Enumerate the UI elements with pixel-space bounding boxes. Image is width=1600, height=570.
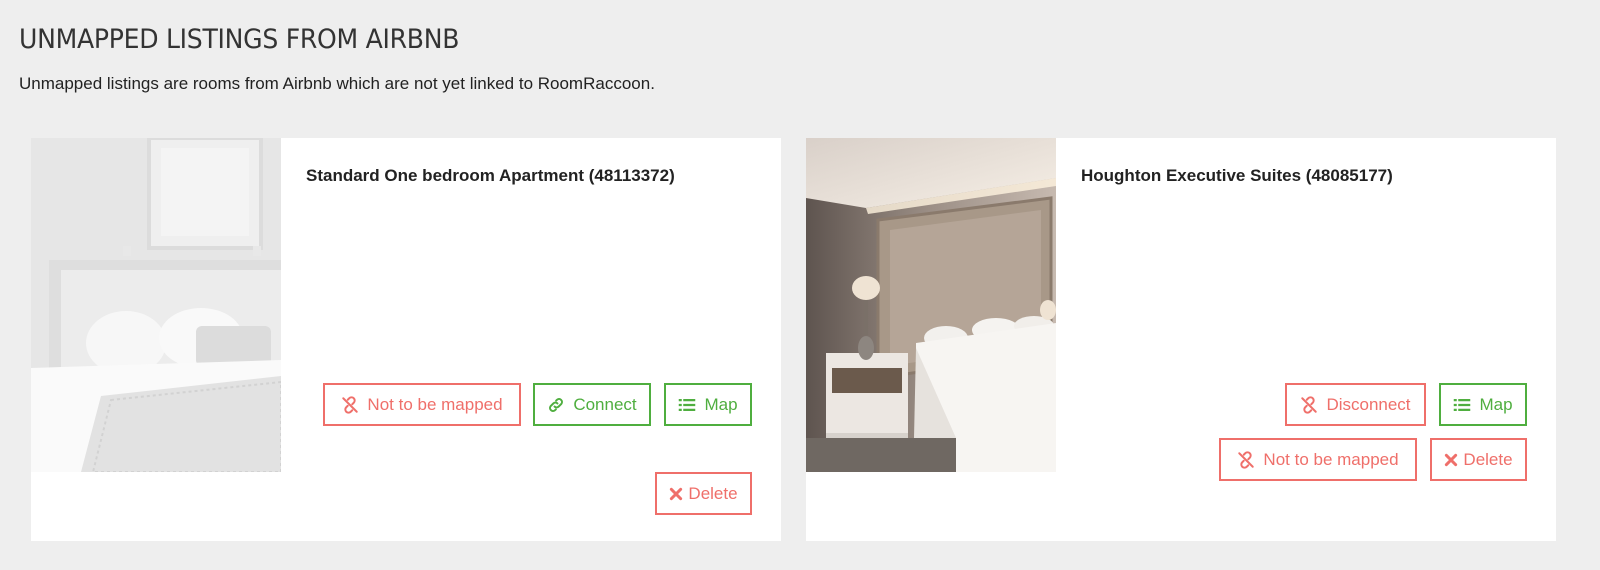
not-to-be-mapped-button[interactable]: Not to be mapped bbox=[1219, 438, 1417, 481]
listing-thumbnail bbox=[806, 138, 1056, 472]
button-label: Delete bbox=[1463, 449, 1513, 469]
bedroom-photo-color bbox=[806, 138, 1056, 472]
delete-button[interactable]: Delete bbox=[1430, 438, 1527, 481]
list-icon bbox=[1453, 396, 1471, 414]
listing-title: Houghton Executive Suites (48085177) bbox=[1081, 166, 1393, 185]
not-to-be-mapped-button[interactable]: Not to be mapped bbox=[323, 383, 521, 426]
button-label: Not to be mapped bbox=[367, 394, 503, 414]
close-icon bbox=[1444, 453, 1458, 467]
list-icon bbox=[678, 396, 696, 414]
bedroom-photo-greyscale bbox=[31, 138, 281, 472]
listing-title: Standard One bedroom Apartment (48113372… bbox=[306, 166, 675, 185]
button-label: Map bbox=[704, 394, 738, 414]
close-icon bbox=[669, 487, 683, 501]
page-title: UNMAPPED LISTINGS FROM AIRBNB bbox=[19, 24, 460, 55]
button-label: Disconnect bbox=[1326, 394, 1411, 414]
unlink-icon bbox=[341, 395, 359, 414]
map-button[interactable]: Map bbox=[1439, 383, 1527, 426]
listing-card: Standard One bedroom Apartment (48113372… bbox=[31, 138, 781, 541]
delete-button[interactable]: Delete bbox=[655, 472, 752, 515]
button-label: Not to be mapped bbox=[1263, 449, 1399, 469]
connect-button[interactable]: Connect bbox=[533, 383, 651, 426]
link-icon bbox=[547, 396, 565, 414]
button-label: Delete bbox=[688, 483, 738, 503]
unlink-icon bbox=[1300, 395, 1318, 414]
button-label: Map bbox=[1479, 394, 1513, 414]
disconnect-button[interactable]: Disconnect bbox=[1285, 383, 1426, 426]
listing-thumbnail bbox=[31, 138, 281, 472]
unlink-icon bbox=[1237, 450, 1255, 469]
map-button[interactable]: Map bbox=[664, 383, 752, 426]
button-label: Connect bbox=[573, 394, 637, 414]
page-description: Unmapped listings are rooms from Airbnb … bbox=[19, 74, 655, 93]
listing-card: Houghton Executive Suites (48085177) Dis… bbox=[806, 138, 1556, 541]
